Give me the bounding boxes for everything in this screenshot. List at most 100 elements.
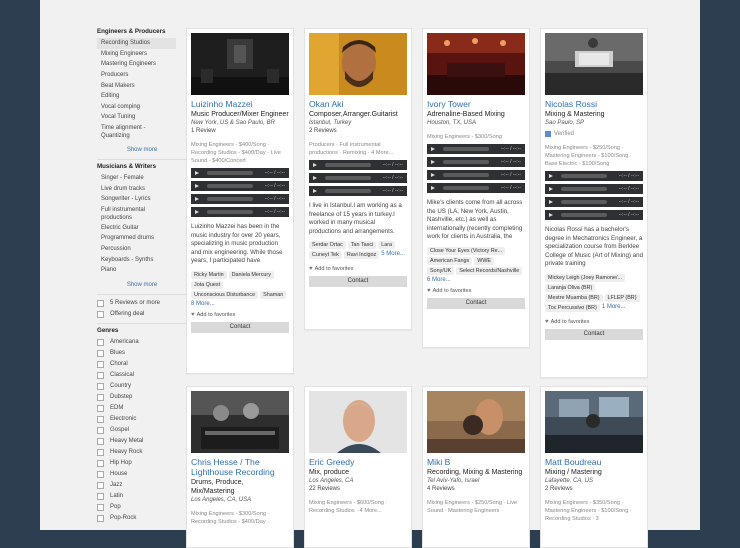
filter-5-reviews[interactable]: 5 Reviews or more [97, 298, 176, 309]
profile-photo[interactable] [545, 33, 643, 95]
audio-player[interactable]: --:-- / --:-- [191, 181, 289, 191]
profile-photo[interactable] [545, 391, 643, 453]
credit-tag[interactable]: LFLEP (BR) [604, 293, 640, 302]
genre-filter-pop-rock[interactable]: Pop-Rock [97, 513, 176, 524]
checkbox[interactable] [97, 481, 104, 489]
genre-filter-latin[interactable]: Latin [97, 491, 176, 502]
credit-tag[interactable]: Shaman [260, 290, 287, 299]
more-credits-link[interactable]: 8 More... [191, 301, 215, 307]
audio-player[interactable]: --:-- / --:-- [427, 170, 525, 180]
sidebar-item-programmed-drums[interactable]: Programmed drums [97, 233, 176, 244]
credit-tag[interactable]: Mickey Leigh (Joey Ramone/... [545, 273, 626, 282]
genre-filter-dubstep[interactable]: Dubstep [97, 392, 176, 403]
genre-filter-heavy-rock[interactable]: Heavy Rock [97, 447, 176, 458]
sidebar-item-electric-guitar[interactable]: Electric Guitar [97, 223, 176, 234]
play-icon[interactable] [549, 187, 553, 191]
review-count[interactable]: 1 Review [191, 127, 289, 135]
checkbox[interactable] [97, 448, 104, 456]
checkbox[interactable] [97, 459, 104, 467]
genre-filter-heavy-metal[interactable]: Heavy Metal [97, 436, 176, 447]
play-icon[interactable] [195, 184, 199, 188]
filter-offering-deal[interactable]: Offering deal [97, 309, 176, 320]
engineer-card-nicolas[interactable]: Nicolas Rossi Mixing & Mastering Sao Pau… [540, 28, 648, 378]
engineer-card-ivory-tower[interactable]: Ivory Tower Adrenaline-Based Mixing Hous… [422, 28, 530, 348]
engineer-name[interactable]: Eric Greedy [309, 457, 407, 467]
credit-tag[interactable]: Ravi Incigoz [343, 251, 380, 260]
credit-tag[interactable]: American Fangs [427, 256, 473, 265]
play-icon[interactable] [431, 160, 435, 164]
play-icon[interactable] [195, 171, 199, 175]
genre-filter-hip-hop[interactable]: Hip Hop [97, 458, 176, 469]
engineer-card-okan[interactable]: Okan Aki Composer,Arranger.Guitarist Ist… [304, 28, 412, 330]
checkbox[interactable] [97, 338, 104, 346]
add-to-favorites[interactable]: ♥ Add to favorites [191, 312, 289, 318]
checkbox[interactable] [97, 415, 104, 423]
engineer-name[interactable]: Miki B [427, 457, 525, 467]
checkbox[interactable] [97, 299, 104, 307]
audio-player[interactable]: --:-- / --:-- [545, 210, 643, 220]
credit-tag[interactable]: Laranja Oliva (BR) [545, 283, 596, 292]
engineer-name[interactable]: Nicolas Rossi [545, 99, 643, 109]
engineer-name[interactable]: Okan Aki [309, 99, 407, 109]
sidebar-item-singer-female[interactable]: Singer - Female [97, 173, 176, 184]
credit-tag[interactable]: WWE [474, 256, 495, 265]
review-count[interactable]: 2 Reviews [309, 127, 407, 135]
credit-tag[interactable]: Sony/UK [427, 266, 455, 275]
credit-tag[interactable]: Mestre Muamba (BR) [545, 293, 603, 302]
checkbox[interactable] [97, 310, 104, 318]
credit-tag[interactable]: Close Your Eyes (Victory Re... [427, 246, 506, 255]
sidebar-item-time-alignment[interactable]: Time alignment - Quantizing [97, 123, 176, 141]
review-count[interactable]: 22 Reviews [309, 485, 407, 493]
genre-filter-pop[interactable]: Pop [97, 502, 176, 513]
engineer-card-chris-hesse[interactable]: Chris Hesse / The Lighthouse Recording D… [186, 386, 294, 548]
sidebar-item-producers[interactable]: Producers [97, 70, 176, 81]
checkbox[interactable] [97, 371, 104, 379]
play-icon[interactable] [431, 186, 435, 190]
more-credits-link[interactable]: 6 More... [427, 277, 451, 283]
checkbox[interactable] [97, 382, 104, 390]
checkbox[interactable] [97, 492, 104, 500]
contact-button[interactable]: Contact [191, 321, 289, 333]
checkbox[interactable] [97, 393, 104, 401]
genre-filter-country[interactable]: Country [97, 381, 176, 392]
more-credits-link[interactable]: 5 More... [381, 251, 405, 261]
profile-photo[interactable] [191, 391, 289, 453]
genre-filter-choral[interactable]: Choral [97, 359, 176, 370]
play-icon[interactable] [313, 163, 317, 167]
play-icon[interactable] [313, 176, 317, 180]
engineer-name[interactable]: Matt Boudreau [545, 457, 643, 467]
audio-player[interactable]: --:-- / --:-- [545, 184, 643, 194]
add-to-favorites[interactable]: ♥ Add to favorites [309, 266, 407, 272]
profile-photo[interactable] [309, 33, 407, 95]
sidebar-item-keyboards[interactable]: Keyboards - Synths [97, 254, 176, 265]
contact-button[interactable]: Contact [427, 297, 525, 309]
engineer-name[interactable]: Chris Hesse / The Lighthouse Recording [191, 457, 289, 477]
sidebar-item-recording-studios[interactable]: Recording Studios [97, 38, 176, 49]
audio-player[interactable]: --:-- / --:-- [545, 171, 643, 181]
checkbox[interactable] [97, 437, 104, 445]
checkbox[interactable] [97, 360, 104, 368]
audio-player[interactable]: --:-- / --:-- [191, 194, 289, 204]
engineer-card-luizinho[interactable]: Luizinho Mazzei Music Producer/Mixer Eng… [186, 28, 294, 374]
credit-tag[interactable]: Unconscious Disturbance [191, 290, 259, 299]
engineer-card-eric-greedy[interactable]: Eric Greedy Mix, produce Los Angeles, CA… [304, 386, 412, 548]
credit-tag[interactable]: Ricky Martin [191, 270, 227, 279]
add-to-favorites[interactable]: ♥ Add to favorites [545, 319, 643, 325]
checkbox[interactable] [97, 503, 104, 511]
genre-filter-electronic[interactable]: Electronic [97, 414, 176, 425]
audio-player[interactable]: --:-- / --:-- [427, 144, 525, 154]
audio-player[interactable]: --:-- / --:-- [191, 168, 289, 178]
contact-button[interactable]: Contact [545, 328, 643, 340]
play-icon[interactable] [549, 200, 553, 204]
genre-filter-classical[interactable]: Classical [97, 370, 176, 381]
profile-photo[interactable] [427, 391, 525, 453]
profile-photo[interactable] [191, 33, 289, 95]
engineer-name[interactable]: Luizinho Mazzei [191, 99, 289, 109]
checkbox[interactable] [97, 349, 104, 357]
checkbox[interactable] [97, 426, 104, 434]
audio-player[interactable]: --:-- / --:-- [309, 186, 407, 196]
profile-photo[interactable] [427, 33, 525, 95]
checkbox[interactable] [97, 470, 104, 478]
sidebar-item-editing[interactable]: Editing [97, 91, 176, 102]
genre-filter-americana[interactable]: Americana [97, 337, 176, 348]
